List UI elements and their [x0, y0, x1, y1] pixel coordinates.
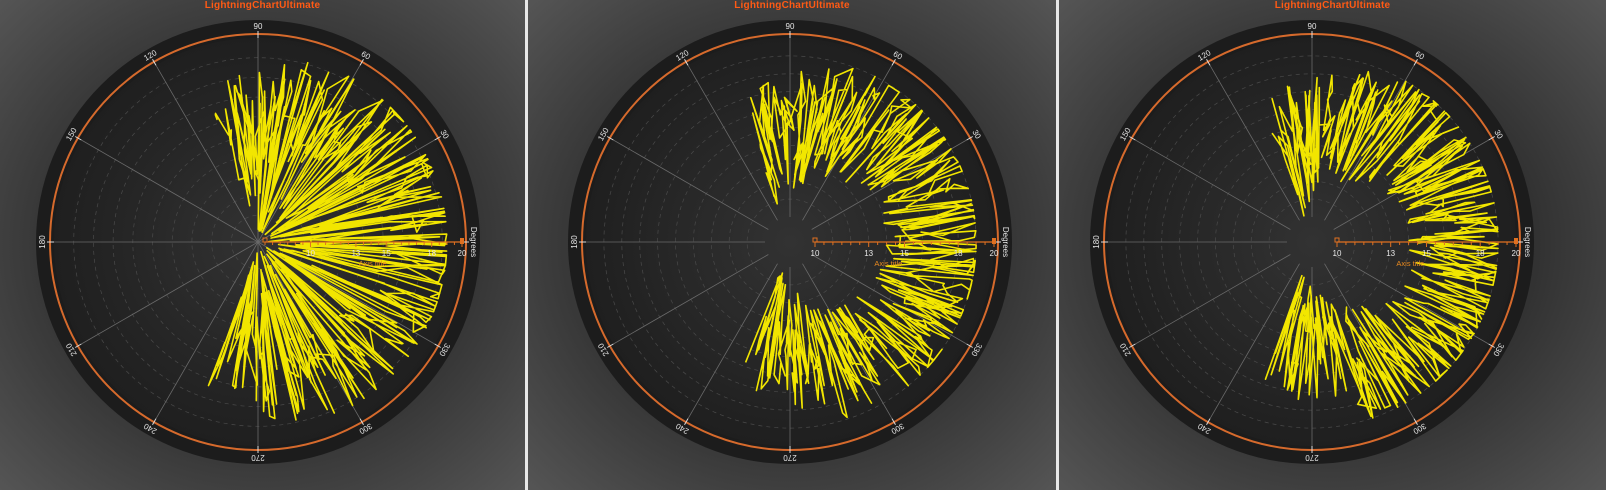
amplitude-tick-label: 10: [811, 249, 820, 258]
angle-tick-label: 90: [254, 22, 263, 31]
polar-chart-1: 30609012015018021024027030033010 13 15 18 20…: [36, 20, 480, 464]
polar-chart-panel-2: LightningChartUltimate 30 60 90 120 150 180 21…: [528, 0, 1056, 490]
amplitude-axis-end-marker: [1514, 238, 1518, 244]
angle-tick-label: 180: [570, 235, 579, 249]
angle-tick-label: 180: [38, 235, 47, 249]
amplitude-tick-label: 15: [1422, 249, 1431, 258]
amplitude-tick-label: 18: [1476, 249, 1485, 258]
angle-tick-label: 270: [783, 453, 797, 462]
amplitude-tick-label: 10: [306, 249, 315, 258]
amplitude-tick-label: 15: [382, 249, 391, 258]
amplitude-tick-label: 20: [990, 249, 999, 258]
polar-chart-panel-1: LightningChartUltimate 30 60 90 120 150 180 21…: [0, 0, 525, 490]
amplitude-axis-title: Axis title: [1396, 259, 1424, 268]
polar-chart-panel-3: LightningChartUltimate 30 60 90 120 150 180 21…: [1059, 0, 1606, 490]
amplitude-axis-title: Axis title: [359, 259, 387, 268]
amplitude-tick-label: 20: [458, 249, 467, 258]
amplitude-axis-unit: Degrees: [1001, 227, 1010, 257]
amplitude-tick-label: 13: [864, 249, 873, 258]
angle-tick-label: 270: [251, 453, 265, 462]
angle-tick-label: 90: [1308, 22, 1317, 31]
angle-tick-label: 90: [786, 22, 795, 31]
amplitude-axis-end-marker: [460, 238, 464, 244]
amplitude-axis-unit: Degrees: [469, 227, 478, 257]
amplitude-tick-label: 18: [954, 249, 963, 258]
amplitude-axis-unit: Degrees: [1523, 227, 1532, 257]
amplitude-tick-label: 10: [1333, 249, 1342, 258]
amplitude-tick-label: 15: [900, 249, 909, 258]
amplitude-tick-label: 20: [1512, 249, 1521, 258]
amplitude-axis-end-marker: [992, 238, 996, 244]
amplitude-axis-title: Axis title: [874, 259, 902, 268]
amplitude-tick-label: 13: [351, 249, 360, 258]
angle-tick-label: 270: [1305, 453, 1319, 462]
amplitude-tick-label: 18: [427, 249, 436, 258]
polar-chart-3: 30609012015018021024027030033010 13 15 18 20…: [1090, 20, 1534, 464]
amplitude-tick-label: 13: [1386, 249, 1395, 258]
polar-chart-2: 30609012015018021024027030033010 13 15 18 20…: [568, 20, 1012, 464]
angle-tick-label: 180: [1092, 235, 1101, 249]
